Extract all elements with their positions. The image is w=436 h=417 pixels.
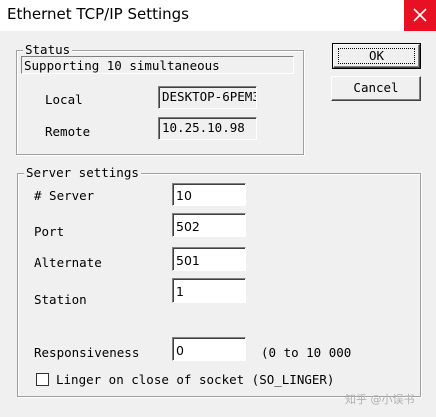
alternate-input[interactable] [172,247,246,271]
num-server-label: # Server [34,188,95,203]
linger-checkbox[interactable] [36,373,49,386]
remote-label: Remote [45,124,91,139]
station-input[interactable] [172,278,246,303]
tcpip-settings-dialog: Ethernet TCP/IP Settings Status Supporti… [0,0,436,417]
station-label: Station [34,292,87,307]
remote-field: 10.25.10.98 [158,117,257,140]
responsiveness-input[interactable] [172,337,246,361]
alternate-label: Alternate [34,255,102,270]
watermark: 知乎 @小误书 [345,393,415,406]
responsiveness-label: Responsiveness [34,345,140,360]
responsiveness-hint: (0 to 10 000 [261,345,352,360]
local-label: Local [45,92,83,107]
ok-button-label: OK [368,48,385,63]
title-bar[interactable]: Ethernet TCP/IP Settings [0,0,436,31]
cancel-button[interactable]: Cancel [331,76,421,101]
num-server-input[interactable] [172,183,246,206]
server-settings-group-label: Server settings [24,165,141,180]
window-title: Ethernet TCP/IP Settings [7,5,189,23]
status-message-text: Supporting 10 simultaneous [24,58,220,73]
linger-label[interactable]: Linger on close of socket (SO_LINGER) [56,372,334,387]
local-field: DESKTOP-6PEM3 [158,86,257,109]
ok-button[interactable]: OK [332,43,421,69]
remote-value: 10.25.10.98 [162,120,245,135]
port-input[interactable] [172,213,246,237]
close-icon [413,8,427,22]
close-button[interactable] [404,0,436,31]
cancel-button-label: Cancel [353,80,399,95]
status-group-label: Status [23,42,73,57]
status-message: Supporting 10 simultaneous [21,56,294,74]
port-label: Port [34,224,65,239]
local-value: DESKTOP-6PEM3 [162,89,257,104]
